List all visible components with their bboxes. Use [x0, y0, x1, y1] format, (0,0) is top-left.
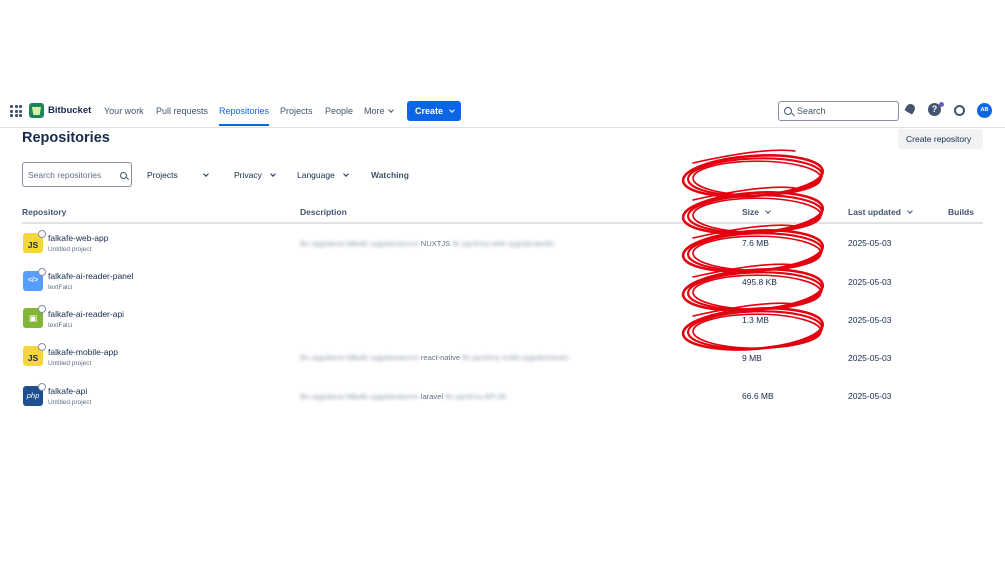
- last-updated-date: 2025-05-03: [848, 238, 892, 248]
- repository-name-link[interactable]: falkafe-api: [48, 386, 87, 396]
- js-icon: JS: [23, 230, 46, 253]
- annotation-loop: [692, 160, 822, 196]
- annotation-stroke-tail: [692, 186, 796, 201]
- chevron-down-icon: [765, 208, 771, 214]
- privacy-filter[interactable]: Privacy: [234, 170, 276, 180]
- top-navigation: Bitbucket Your work Pull requests Reposi…: [0, 95, 1005, 128]
- repository-size: 495.8 KB: [742, 277, 777, 287]
- repository-project-link[interactable]: textFalci: [48, 284, 72, 291]
- table-row[interactable]: php falkafe-api Untitled project Bu uygu…: [0, 383, 1005, 421]
- repository-search-input[interactable]: Search repositories: [22, 162, 132, 187]
- private-badge-icon: [38, 305, 46, 313]
- description-visible-text: NUXTJS: [420, 239, 451, 248]
- repository-size: 7.6 MB: [742, 238, 769, 248]
- chevron-down-icon: [907, 208, 913, 214]
- android-icon: ▣: [23, 305, 46, 328]
- repository-description: Bu uygulama falkafe uygulamasının larave…: [300, 392, 508, 401]
- size-header-label: Size: [742, 207, 760, 217]
- global-search-placeholder: Search: [797, 106, 826, 116]
- column-header-repository[interactable]: Repository: [22, 207, 66, 217]
- nav-pull-requests[interactable]: Pull requests: [156, 106, 208, 116]
- column-header-size[interactable]: Size: [742, 207, 771, 217]
- annotation-loop: [686, 157, 824, 197]
- repository-description: Bu uygulama falkafe uygulamasının react-…: [300, 353, 570, 362]
- annotation-stroke-tail: [692, 149, 796, 164]
- create-repository-button[interactable]: Create repository: [898, 129, 983, 149]
- last-updated-date: 2025-05-03: [848, 391, 892, 401]
- projects-filter-label: Projects: [147, 170, 178, 180]
- nav-more[interactable]: More: [364, 106, 394, 116]
- description-redacted-text: ile yazılmış API dir.: [445, 392, 509, 401]
- chevron-down-icon: [202, 171, 209, 177]
- global-search-input[interactable]: Search: [778, 101, 899, 121]
- last-updated-header-label: Last updated: [848, 207, 901, 217]
- chevron-down-icon: [342, 171, 349, 177]
- annotation-loop: [681, 154, 825, 198]
- description-redacted-text: Bu uygulama falkafe uygulamasının: [300, 353, 419, 362]
- column-header-description: Description: [300, 207, 347, 217]
- description-redacted-text: ile yazılmış mobil uygulamasıdır.: [462, 353, 571, 362]
- language-filter[interactable]: Language: [297, 170, 349, 180]
- repository-size: 66.6 MB: [742, 391, 774, 401]
- column-header-builds: Builds: [948, 207, 974, 217]
- chevron-down-icon: [270, 171, 276, 177]
- repository-project-link[interactable]: Untitled project: [48, 246, 91, 253]
- search-icon: [784, 107, 792, 115]
- repository-name-link[interactable]: falkafe-ai-reader-api: [48, 309, 124, 319]
- description-visible-text: laravel: [420, 392, 444, 401]
- description-redacted-text: ile yazılmış web uygulamasıdır.: [452, 239, 556, 248]
- create-button-label: Create: [415, 106, 444, 116]
- app-switcher-icon[interactable]: [10, 105, 22, 117]
- php-icon: php: [23, 383, 46, 406]
- nav-people[interactable]: People: [325, 106, 353, 116]
- table-row[interactable]: ▣ falkafe-ai-reader-api textFalci 1.3 MB…: [0, 305, 1005, 344]
- watching-filter[interactable]: Watching: [371, 170, 409, 180]
- code-icon: </>: [23, 268, 46, 291]
- repository-description: Bu uygulama falkafe uygulamasının NUXTJS…: [300, 239, 556, 248]
- private-badge-icon: [38, 230, 46, 238]
- nav-repositories[interactable]: Repositories: [219, 106, 270, 126]
- repository-project-link[interactable]: Untitled project: [48, 399, 91, 406]
- notifications-icon[interactable]: [904, 103, 918, 117]
- nav-projects[interactable]: Projects: [280, 106, 313, 116]
- repository-size: 1.3 MB: [742, 315, 769, 325]
- description-visible-text: react-native: [420, 353, 461, 362]
- private-badge-icon: [38, 343, 46, 351]
- repository-name-link[interactable]: falkafe-mobile-app: [48, 347, 118, 357]
- gear-icon[interactable]: [952, 103, 966, 117]
- table-row[interactable]: JS falkafe-mobile-app Untitled project B…: [0, 343, 1005, 382]
- language-filter-label: Language: [297, 170, 335, 180]
- page-title: Repositories: [22, 130, 110, 146]
- js-icon: JS: [23, 343, 46, 366]
- table-header-divider: [22, 222, 983, 224]
- description-redacted-text: Bu uygulama falkafe uygulamasının: [300, 239, 419, 248]
- last-updated-date: 2025-05-03: [848, 353, 892, 363]
- chevron-down-icon: [449, 107, 455, 113]
- repository-project-link[interactable]: textFalci: [48, 322, 72, 329]
- repository-size: 9 MB: [742, 353, 762, 363]
- bitbucket-logo-icon[interactable]: [29, 103, 44, 118]
- nav-more-label: More: [364, 106, 385, 116]
- privacy-filter-label: Privacy: [234, 170, 262, 180]
- table-row[interactable]: </> falkafe-ai-reader-panel textFalci 49…: [0, 267, 1005, 305]
- help-notification-dot: [939, 102, 944, 107]
- repository-name-link[interactable]: falkafe-ai-reader-panel: [48, 271, 134, 281]
- table-row[interactable]: JS falkafe-web-app Untitled project Bu u…: [0, 229, 1005, 267]
- description-redacted-text: Bu uygulama falkafe uygulamasının: [300, 392, 419, 401]
- brand-name[interactable]: Bitbucket: [48, 105, 91, 116]
- private-badge-icon: [38, 268, 46, 276]
- repository-search-placeholder: Search repositories: [28, 170, 102, 180]
- private-badge-icon: [38, 383, 46, 391]
- chevron-down-icon: [387, 107, 394, 113]
- create-button[interactable]: Create: [407, 101, 461, 121]
- projects-filter[interactable]: Projects: [147, 170, 209, 180]
- last-updated-date: 2025-05-03: [848, 315, 892, 325]
- nav-your-work[interactable]: Your work: [104, 106, 144, 116]
- repository-name-link[interactable]: falkafe-web-app: [48, 233, 108, 243]
- search-icon: [120, 172, 127, 179]
- repository-project-link[interactable]: Untitled project: [48, 360, 91, 367]
- avatar[interactable]: AB: [977, 103, 992, 118]
- last-updated-date: 2025-05-03: [848, 277, 892, 287]
- column-header-last-updated[interactable]: Last updated: [848, 207, 913, 217]
